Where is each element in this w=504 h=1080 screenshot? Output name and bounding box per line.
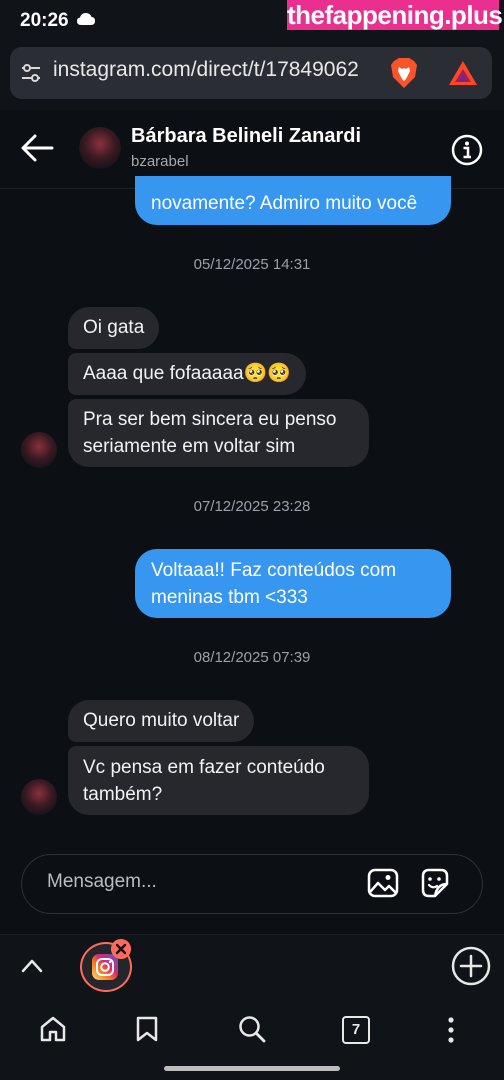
message-text: Quero muito voltar bbox=[83, 710, 240, 731]
gallery-icon[interactable] bbox=[367, 868, 399, 898]
tab-strip bbox=[0, 934, 504, 1001]
contact-avatar-small[interactable] bbox=[21, 432, 57, 468]
message-text: Aaaa que fofaaaaa🥺🥺 bbox=[83, 363, 291, 384]
home-icon[interactable] bbox=[40, 1016, 66, 1042]
outgoing-message[interactable]: novamente? Admiro muito você bbox=[135, 176, 451, 225]
gesture-bar bbox=[164, 1066, 340, 1071]
message-timestamp: 05/12/2025 14:31 bbox=[193, 256, 311, 273]
url-text[interactable]: instagram.com/direct/t/17849062 bbox=[53, 58, 377, 82]
incoming-message[interactable]: Pra ser bem sincera eu penso seriamente … bbox=[68, 399, 369, 467]
message-input-placeholder[interactable]: Mensagem... bbox=[47, 871, 157, 893]
message-text: meninas tbm <333 bbox=[151, 587, 308, 608]
message-text: Oi gata bbox=[83, 317, 145, 338]
incoming-message[interactable]: Quero muito voltar bbox=[68, 700, 255, 742]
incoming-message[interactable]: Oi gata bbox=[68, 307, 160, 349]
sticker-icon[interactable] bbox=[419, 868, 451, 898]
back-arrow-icon[interactable] bbox=[20, 133, 54, 163]
search-icon[interactable] bbox=[238, 1015, 266, 1043]
message-text: seriamente em voltar sim bbox=[83, 436, 296, 457]
contact-avatar[interactable] bbox=[79, 127, 121, 169]
message-text: Vc pensa em fazer conteúdo bbox=[83, 757, 325, 778]
new-tab-icon[interactable] bbox=[451, 946, 491, 986]
close-tab-icon[interactable] bbox=[111, 939, 131, 959]
brave-rewards-icon[interactable] bbox=[448, 60, 478, 86]
message-text: Pra ser bem sincera eu penso bbox=[83, 409, 337, 430]
more-menu-icon[interactable] bbox=[444, 1016, 458, 1044]
contact-name[interactable]: Bárbara Belineli Zanardi bbox=[131, 125, 361, 148]
brave-shields-icon[interactable] bbox=[389, 57, 419, 89]
instagram-icon bbox=[92, 954, 118, 980]
message-text: também? bbox=[83, 784, 163, 805]
message-text: novamente? Admiro muito você bbox=[151, 193, 418, 214]
message-timestamp: 08/12/2025 07:39 bbox=[193, 649, 311, 666]
watermark: thefappening.plus bbox=[287, 0, 503, 30]
message-timestamp: 07/12/2025 23:28 bbox=[193, 498, 311, 515]
contact-avatar-small[interactable] bbox=[21, 779, 57, 815]
contact-username[interactable]: bzarabel bbox=[131, 153, 189, 170]
status-time: 20:26 bbox=[20, 10, 69, 31]
message-text: Voltaaa!! Faz conteúdos com bbox=[151, 560, 397, 581]
tabs-count-button[interactable]: 7 bbox=[342, 1016, 370, 1044]
chevron-up-icon[interactable] bbox=[20, 955, 44, 975]
incoming-message[interactable]: Vc pensa em fazer conteúdo também? bbox=[68, 746, 369, 815]
cloud-icon bbox=[77, 13, 95, 25]
site-settings-icon[interactable] bbox=[20, 62, 42, 84]
incoming-message[interactable]: Aaaa que fofaaaaa🥺🥺 bbox=[68, 353, 306, 395]
bookmark-icon[interactable] bbox=[136, 1016, 158, 1042]
info-icon[interactable] bbox=[451, 134, 483, 166]
outgoing-message[interactable]: Voltaaa!! Faz conteúdos com meninas tbm … bbox=[135, 549, 451, 618]
